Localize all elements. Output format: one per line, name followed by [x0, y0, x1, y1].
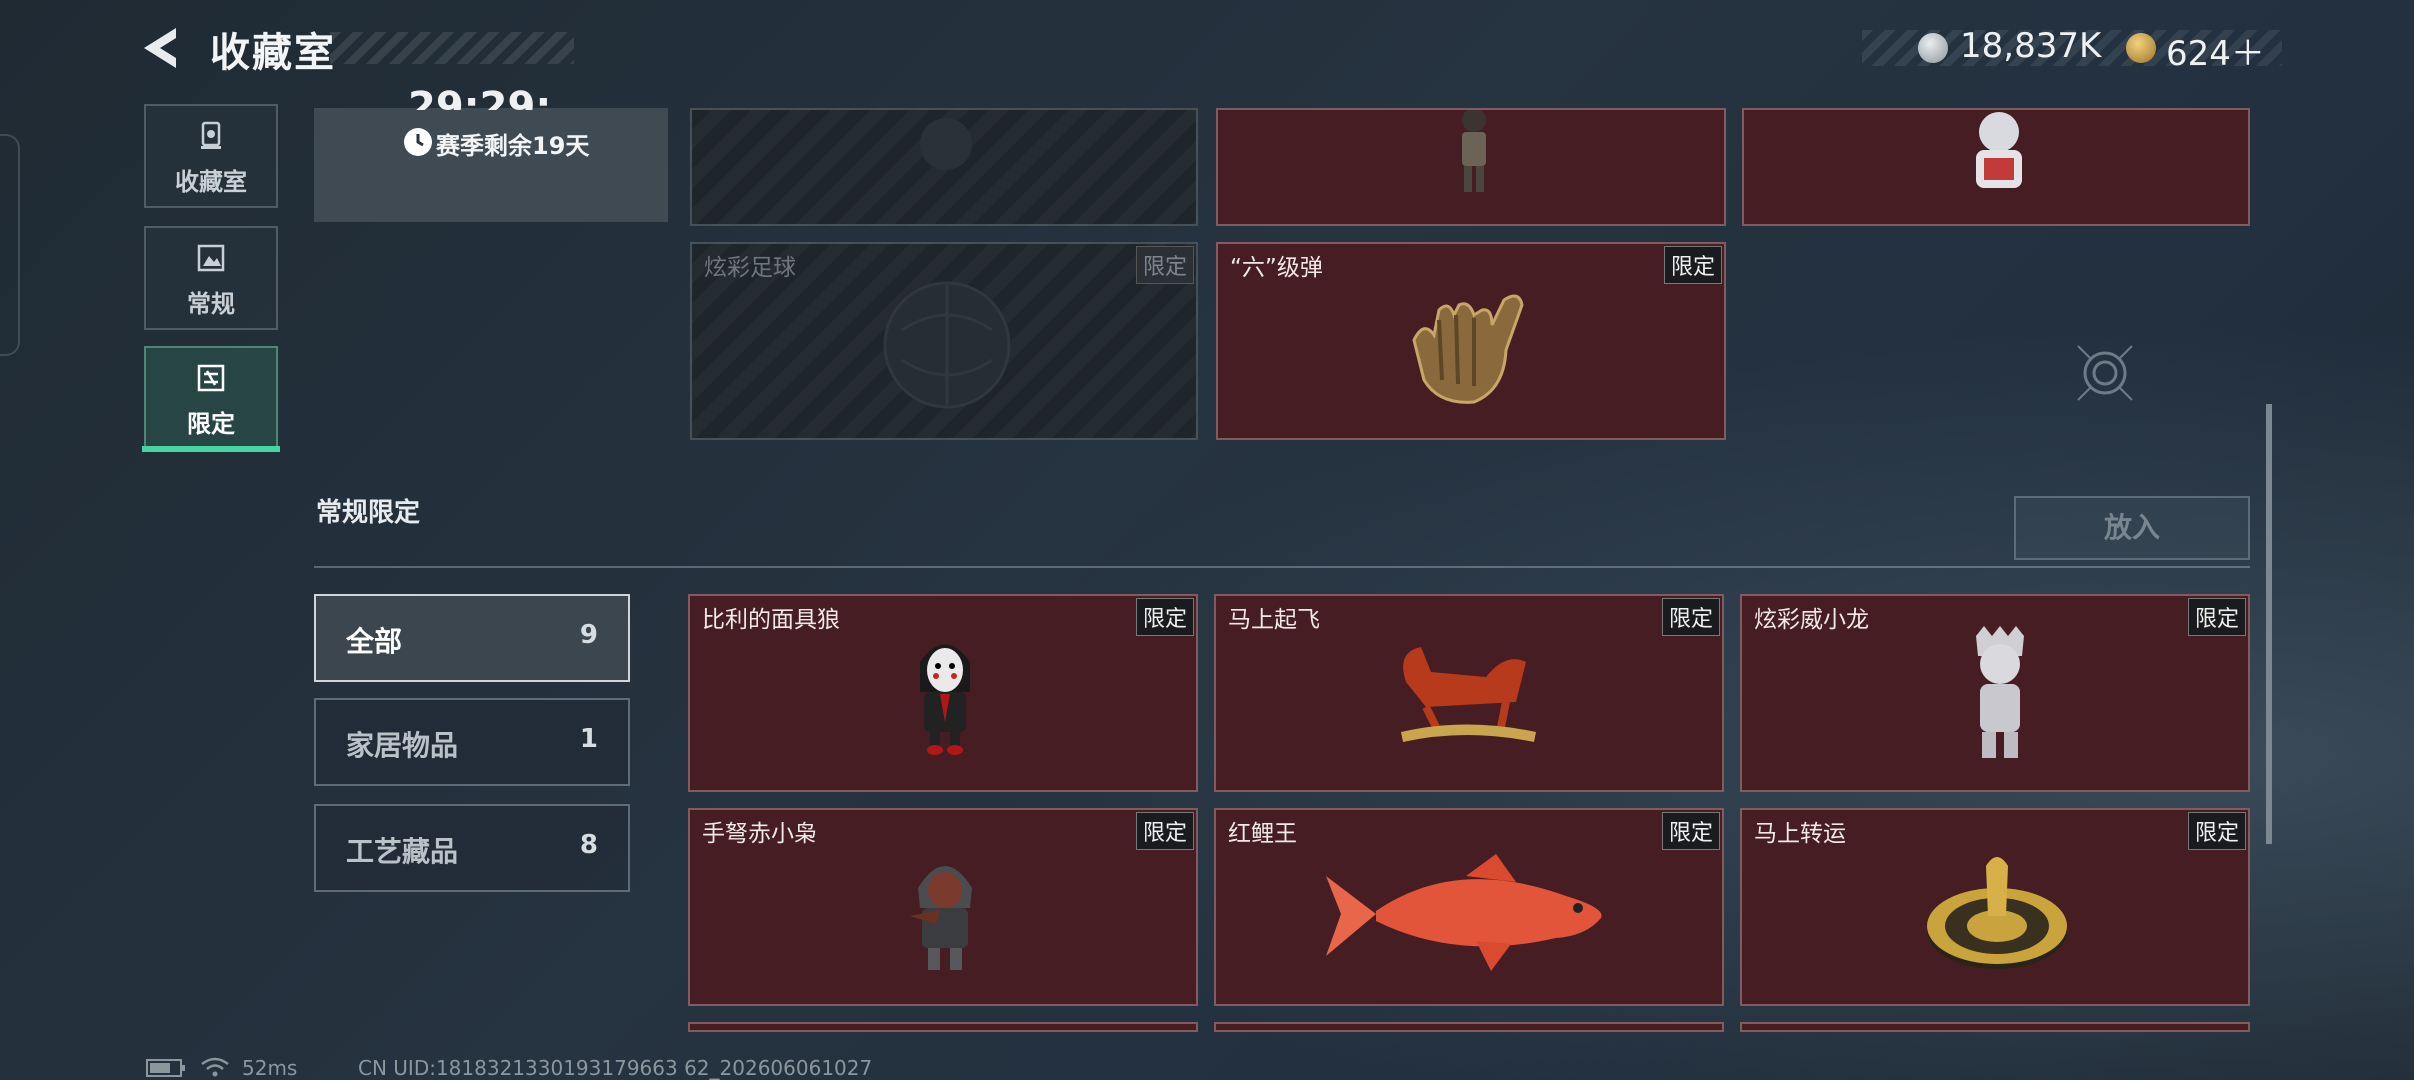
filter-home-items[interactable]: 家居物品 1 — [314, 698, 630, 786]
uid-text: CN UID:1818321330193179663 62_2026060610… — [358, 1056, 873, 1080]
item-card[interactable] — [1742, 108, 2250, 226]
page-title: 收藏室 — [210, 30, 336, 76]
battery-icon — [146, 1059, 185, 1077]
picture-icon — [197, 244, 225, 272]
filter-craft-items[interactable]: 工艺藏品 8 — [314, 804, 630, 892]
limited-badge: 限定 — [1661, 598, 1720, 636]
place-button[interactable]: 放入 — [2014, 496, 2250, 560]
limited-badge: 限定 — [1661, 812, 1720, 850]
filter-label: 家居物品 — [346, 729, 459, 762]
item-name: 炫彩威小龙 — [1754, 607, 1869, 633]
filter-count: 8 — [579, 830, 598, 860]
sidebar-item-label: 收藏室 — [175, 168, 247, 196]
red-carp-icon — [1326, 854, 1602, 971]
gold-wheel-icon — [1927, 857, 2067, 969]
item-name: 手弩赤小枭 — [702, 821, 817, 847]
limited-badge: 限定 — [2187, 598, 2246, 636]
filter-label: 工艺藏品 — [346, 835, 459, 868]
filter-label: 全部 — [346, 625, 403, 658]
limited-badge: 限定 — [1663, 246, 1722, 284]
limited-badge: 限定 — [1135, 598, 1194, 636]
item-card[interactable]: 手弩赤小枭 限定 — [688, 808, 1198, 1006]
item-card[interactable]: 马上起飞 限定 — [1214, 594, 1724, 792]
season-remaining: 赛季剩余19天 — [436, 132, 590, 160]
item-card[interactable]: 马上转运 限定 — [1740, 808, 2250, 1006]
item-card[interactable] — [1214, 1022, 1724, 1032]
limited-badge: 限定 — [1135, 812, 1194, 850]
football-icon — [883, 281, 1011, 409]
back-arrow-icon[interactable] — [140, 24, 184, 72]
limited-badge: 限定 — [2187, 812, 2246, 850]
active-tab-indicator — [142, 446, 280, 452]
limited-icon — [197, 364, 225, 392]
clock-icon — [404, 128, 432, 156]
season-timer: 29:29: — [408, 84, 552, 110]
item-name: 比利的面具狼 — [702, 607, 840, 633]
item-card[interactable] — [1216, 108, 1726, 226]
gold-coin-icon — [2126, 33, 2156, 63]
item-card[interactable]: “六”级弹 限定 — [1216, 242, 1726, 440]
item-card[interactable]: 比利的面具狼 限定 — [688, 594, 1198, 792]
item-card[interactable] — [1740, 1022, 2250, 1032]
ping-value: 52ms — [242, 1056, 298, 1080]
bullet-hand-icon — [1412, 294, 1524, 404]
filter-all[interactable]: 全部 9 — [314, 594, 630, 682]
side-drawer-handle[interactable] — [0, 134, 20, 356]
silver-coin-value: 18,837K — [1960, 26, 2102, 66]
dragon-figure-icon — [1976, 626, 2024, 758]
figure-icon — [920, 118, 972, 170]
item-card[interactable]: 红鲤王 限定 — [1214, 808, 1724, 1006]
target-icon — [2077, 345, 2133, 401]
sidebar-item-label: 限定 — [187, 410, 235, 438]
filter-count: 1 — [579, 724, 598, 754]
horse-icon — [1401, 647, 1536, 742]
silver-coin-icon — [1918, 33, 1948, 63]
item-name: 马上转运 — [1754, 821, 1846, 847]
item-name: “六”级弹 — [1230, 255, 1323, 281]
wifi-icon — [201, 1057, 229, 1077]
item-name: 红鲤王 — [1228, 821, 1297, 847]
trophy-icon — [201, 121, 221, 149]
mascot-figure-icon — [1976, 112, 2022, 188]
filter-count: 9 — [579, 620, 598, 650]
sidebar-item-label: 常规 — [187, 290, 235, 318]
limited-badge: 限定 — [1135, 246, 1194, 284]
item-card[interactable] — [688, 1022, 1198, 1032]
hooded-figure-icon — [910, 866, 972, 970]
section-title: 常规限定 — [316, 498, 421, 528]
item-name: 炫彩足球 — [704, 255, 796, 281]
sidebar-item-limited[interactable]: 限定 — [144, 346, 278, 450]
sidebar-item-collection[interactable]: 收藏室 — [144, 104, 278, 208]
soldier-figure-icon — [1462, 110, 1486, 192]
section-divider — [314, 566, 2250, 568]
title-decoration — [330, 32, 574, 64]
masked-doll-icon — [920, 644, 970, 755]
item-name: 马上起飞 — [1228, 607, 1320, 633]
item-card[interactable]: 炫彩威小龙 限定 — [1740, 594, 2250, 792]
item-card[interactable] — [690, 108, 1198, 226]
sidebar-item-regular[interactable]: 常规 — [144, 226, 278, 330]
gold-coin-value[interactable]: 624＋ — [2166, 26, 2265, 75]
item-card[interactable]: 炫彩足球 限定 — [690, 242, 1198, 440]
scrollbar[interactable] — [2266, 404, 2272, 844]
